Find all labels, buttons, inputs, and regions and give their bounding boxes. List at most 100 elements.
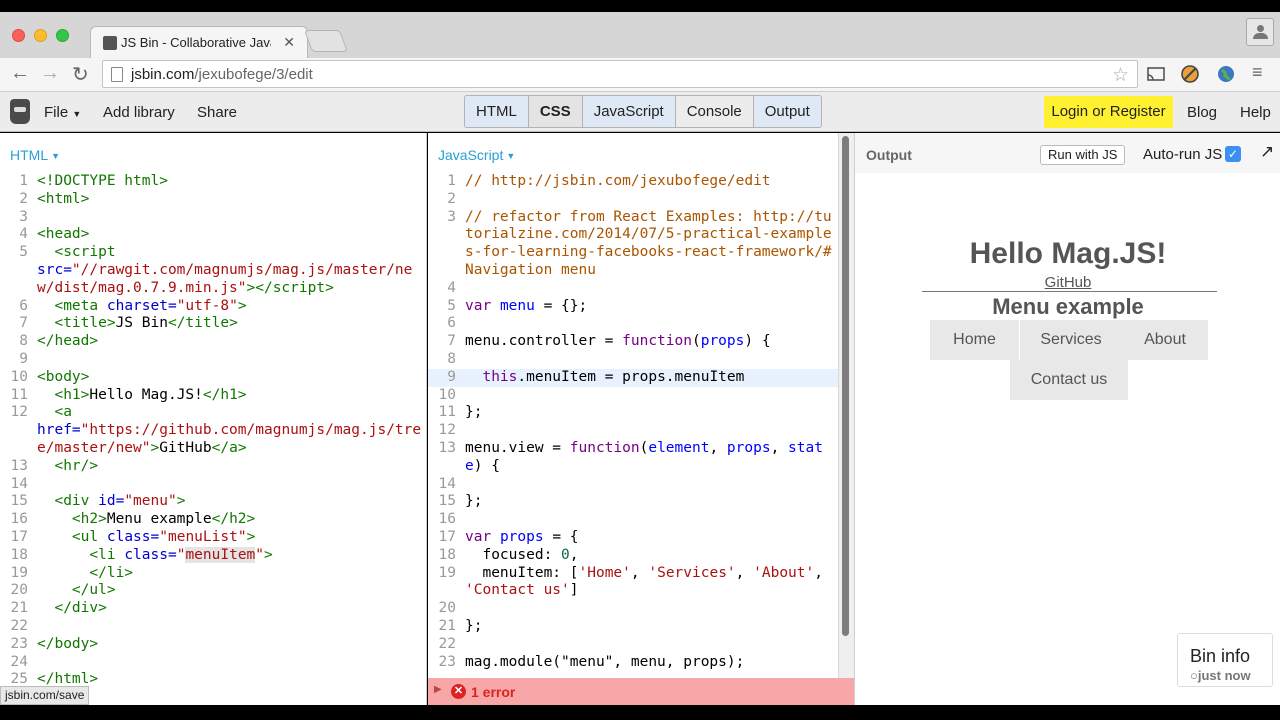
popout-arrow-icon[interactable]: ↗ <box>1260 142 1274 162</box>
line-number: 19 <box>10 564 28 581</box>
code-text: focused: 0, <box>465 546 579 563</box>
line-number: 8 <box>447 350 456 367</box>
code-line[interactable]: 4 <head> <box>0 226 426 244</box>
code-line[interactable]: 3 // refactor from React Examples: http:/… <box>428 209 838 280</box>
code-line[interactable]: 18 <li class="menuItem"> <box>0 546 426 565</box>
line-number: 6 <box>19 297 28 314</box>
code-line[interactable]: 14​ <box>0 476 426 494</box>
line-number: 16 <box>438 511 456 528</box>
code-line[interactable]: 11}; <box>428 404 838 422</box>
code-line[interactable]: 21}; <box>428 618 838 636</box>
code-text: </body> <box>37 635 99 652</box>
line-number: 7 <box>19 315 28 332</box>
bin-info-box[interactable]: Bin info ○just now <box>1177 633 1273 687</box>
code-line[interactable]: 12 <a href="https://github.com/magnumjs/… <box>0 404 426 457</box>
code-line[interactable]: 9 this.menuItem = props.menuItem <box>428 368 838 387</box>
block-extension-icon[interactable] <box>1180 64 1200 84</box>
close-icon[interactable]: ✕ <box>283 34 295 51</box>
code-line[interactable]: 2​ <box>428 191 838 209</box>
jsbin-logo-icon[interactable] <box>10 99 30 124</box>
code-line[interactable]: 2 <html> <box>0 191 426 209</box>
code-line[interactable]: 20​ <box>428 600 838 618</box>
code-line[interactable]: 23 </body> <box>0 636 426 654</box>
code-line[interactable]: 13 menu.view = function(element, props, s… <box>428 440 838 476</box>
line-number: 6 <box>447 315 456 332</box>
minimize-window-button[interactable] <box>34 29 47 42</box>
code-line[interactable]: 16​ <box>428 511 838 529</box>
code-line[interactable]: 14​ <box>428 476 838 494</box>
new-tab-button[interactable] <box>303 30 349 52</box>
share-link[interactable]: Share <box>197 104 237 121</box>
line-number: 3 <box>447 208 456 225</box>
tab-console[interactable]: Console <box>674 96 753 127</box>
reload-icon[interactable]: ↻ <box>72 62 89 87</box>
cast-icon[interactable] <box>1146 64 1166 84</box>
code-line[interactable]: 3​ <box>0 209 426 227</box>
menu-icon[interactable]: ≡ <box>1252 62 1263 83</box>
code-line[interactable]: 19 </li> <box>0 565 426 583</box>
code-line[interactable]: 20 </ul> <box>0 582 426 600</box>
code-line[interactable]: 7 <title>JS Bin</title> <box>0 315 426 333</box>
code-line[interactable]: 15}; <box>428 493 838 511</box>
javascript-panel-label[interactable]: JavaScript ▼ <box>438 147 515 163</box>
javascript-scrollbar[interactable] <box>842 136 849 636</box>
code-line[interactable]: 6​ <box>428 315 838 333</box>
run-with-js-button[interactable]: Run with JS <box>1040 145 1126 165</box>
help-link[interactable]: Help <box>1240 104 1271 121</box>
code-line[interactable]: 16 <h2>Menu example</h2> <box>0 511 426 529</box>
maximize-window-button[interactable] <box>56 29 69 42</box>
code-line[interactable]: 23 mag.module("menu", menu, props); <box>428 654 838 672</box>
add-library-link[interactable]: Add library <box>103 104 175 121</box>
code-line[interactable]: 1 <!DOCTYPE html> <box>0 173 426 191</box>
code-line[interactable]: 7 menu.controller = function(props) { <box>428 333 838 351</box>
bookmark-star-icon[interactable]: ☆ <box>1112 64 1129 87</box>
globe-extension-icon[interactable] <box>1216 64 1236 84</box>
tab-html[interactable]: HTML <box>465 96 528 127</box>
code-line[interactable]: 15 <div id="menu"> <box>0 493 426 511</box>
menu-item-home[interactable]: Home <box>930 320 1019 360</box>
code-line[interactable]: 13 <hr/> <box>0 458 426 476</box>
code-line[interactable]: 22​ <box>428 636 838 654</box>
auto-run-checkbox[interactable]: ✓ <box>1225 146 1241 162</box>
javascript-code-editor[interactable]: 1 // http://jsbin.com/jexubofege/edit 2​3 /… <box>428 173 838 671</box>
code-line[interactable]: 6 <meta charset="utf-8"> <box>0 298 426 316</box>
code-line[interactable]: 19 menuItem: ['Home', 'Services', 'About… <box>428 565 838 601</box>
login-register-button[interactable]: Login or Register <box>1044 96 1173 128</box>
close-window-button[interactable] <box>12 29 25 42</box>
code-line[interactable]: 18 focused: 0, <box>428 547 838 565</box>
file-menu[interactable]: File ▼ <box>44 104 81 121</box>
code-line[interactable]: 10 <body> <box>0 369 426 387</box>
html-code-editor[interactable]: 1<!DOCTYPE html>2<html>3​4<head>5 <scrip… <box>0 173 426 689</box>
error-bar[interactable]: ▶ ✕ 1 error <box>428 678 854 705</box>
code-line[interactable]: 22​ <box>0 618 426 636</box>
menu-item-contact-us[interactable]: Contact us <box>1010 360 1128 400</box>
expand-arrow-icon[interactable]: ▶ <box>434 684 442 695</box>
menu-item-services[interactable]: Services <box>1020 320 1122 360</box>
tab-css[interactable]: CSS <box>527 96 582 127</box>
code-line[interactable]: 5 <script src="//rawgit.com/magnumjs/mag… <box>0 244 426 297</box>
code-line[interactable]: 24​ <box>0 654 426 672</box>
forward-icon[interactable]: → <box>40 62 60 85</box>
html-panel-label[interactable]: HTML ▼ <box>10 147 60 163</box>
code-line[interactable]: 12​ <box>428 422 838 440</box>
code-line[interactable]: 11 <h1>Hello Mag.JS!</h1> <box>0 387 426 405</box>
menu-item-about[interactable]: About <box>1122 320 1208 360</box>
code-line[interactable]: 8​ <box>428 351 838 369</box>
tab-output[interactable]: Output <box>752 96 821 127</box>
code-line[interactable]: 5 var menu = {}; <box>428 298 838 316</box>
browser-tab[interactable]: JS Bin - Collaborative Java ✕ <box>90 26 308 58</box>
code-line[interactable]: 4​ <box>428 280 838 298</box>
code-line[interactable]: 8 </head> <box>0 333 426 351</box>
blog-link[interactable]: Blog <box>1187 104 1217 121</box>
profile-icon[interactable] <box>1246 18 1274 46</box>
code-line[interactable]: 1 // http://jsbin.com/jexubofege/edit <box>428 173 838 191</box>
address-bar[interactable]: jsbin.com/jexubofege/3/edit ☆ <box>102 60 1138 88</box>
tab-javascript[interactable]: JavaScript <box>581 96 675 127</box>
code-line[interactable]: 9​ <box>0 351 426 369</box>
code-line[interactable]: 17 <ul class="menuList"> <box>0 529 426 547</box>
code-line[interactable]: 17 var props = { <box>428 529 838 547</box>
code-line[interactable]: 10​ <box>428 387 838 405</box>
code-line[interactable]: 21 </div> <box>0 600 426 618</box>
github-link[interactable]: GitHub <box>855 274 1280 291</box>
back-icon[interactable]: ← <box>10 62 30 85</box>
